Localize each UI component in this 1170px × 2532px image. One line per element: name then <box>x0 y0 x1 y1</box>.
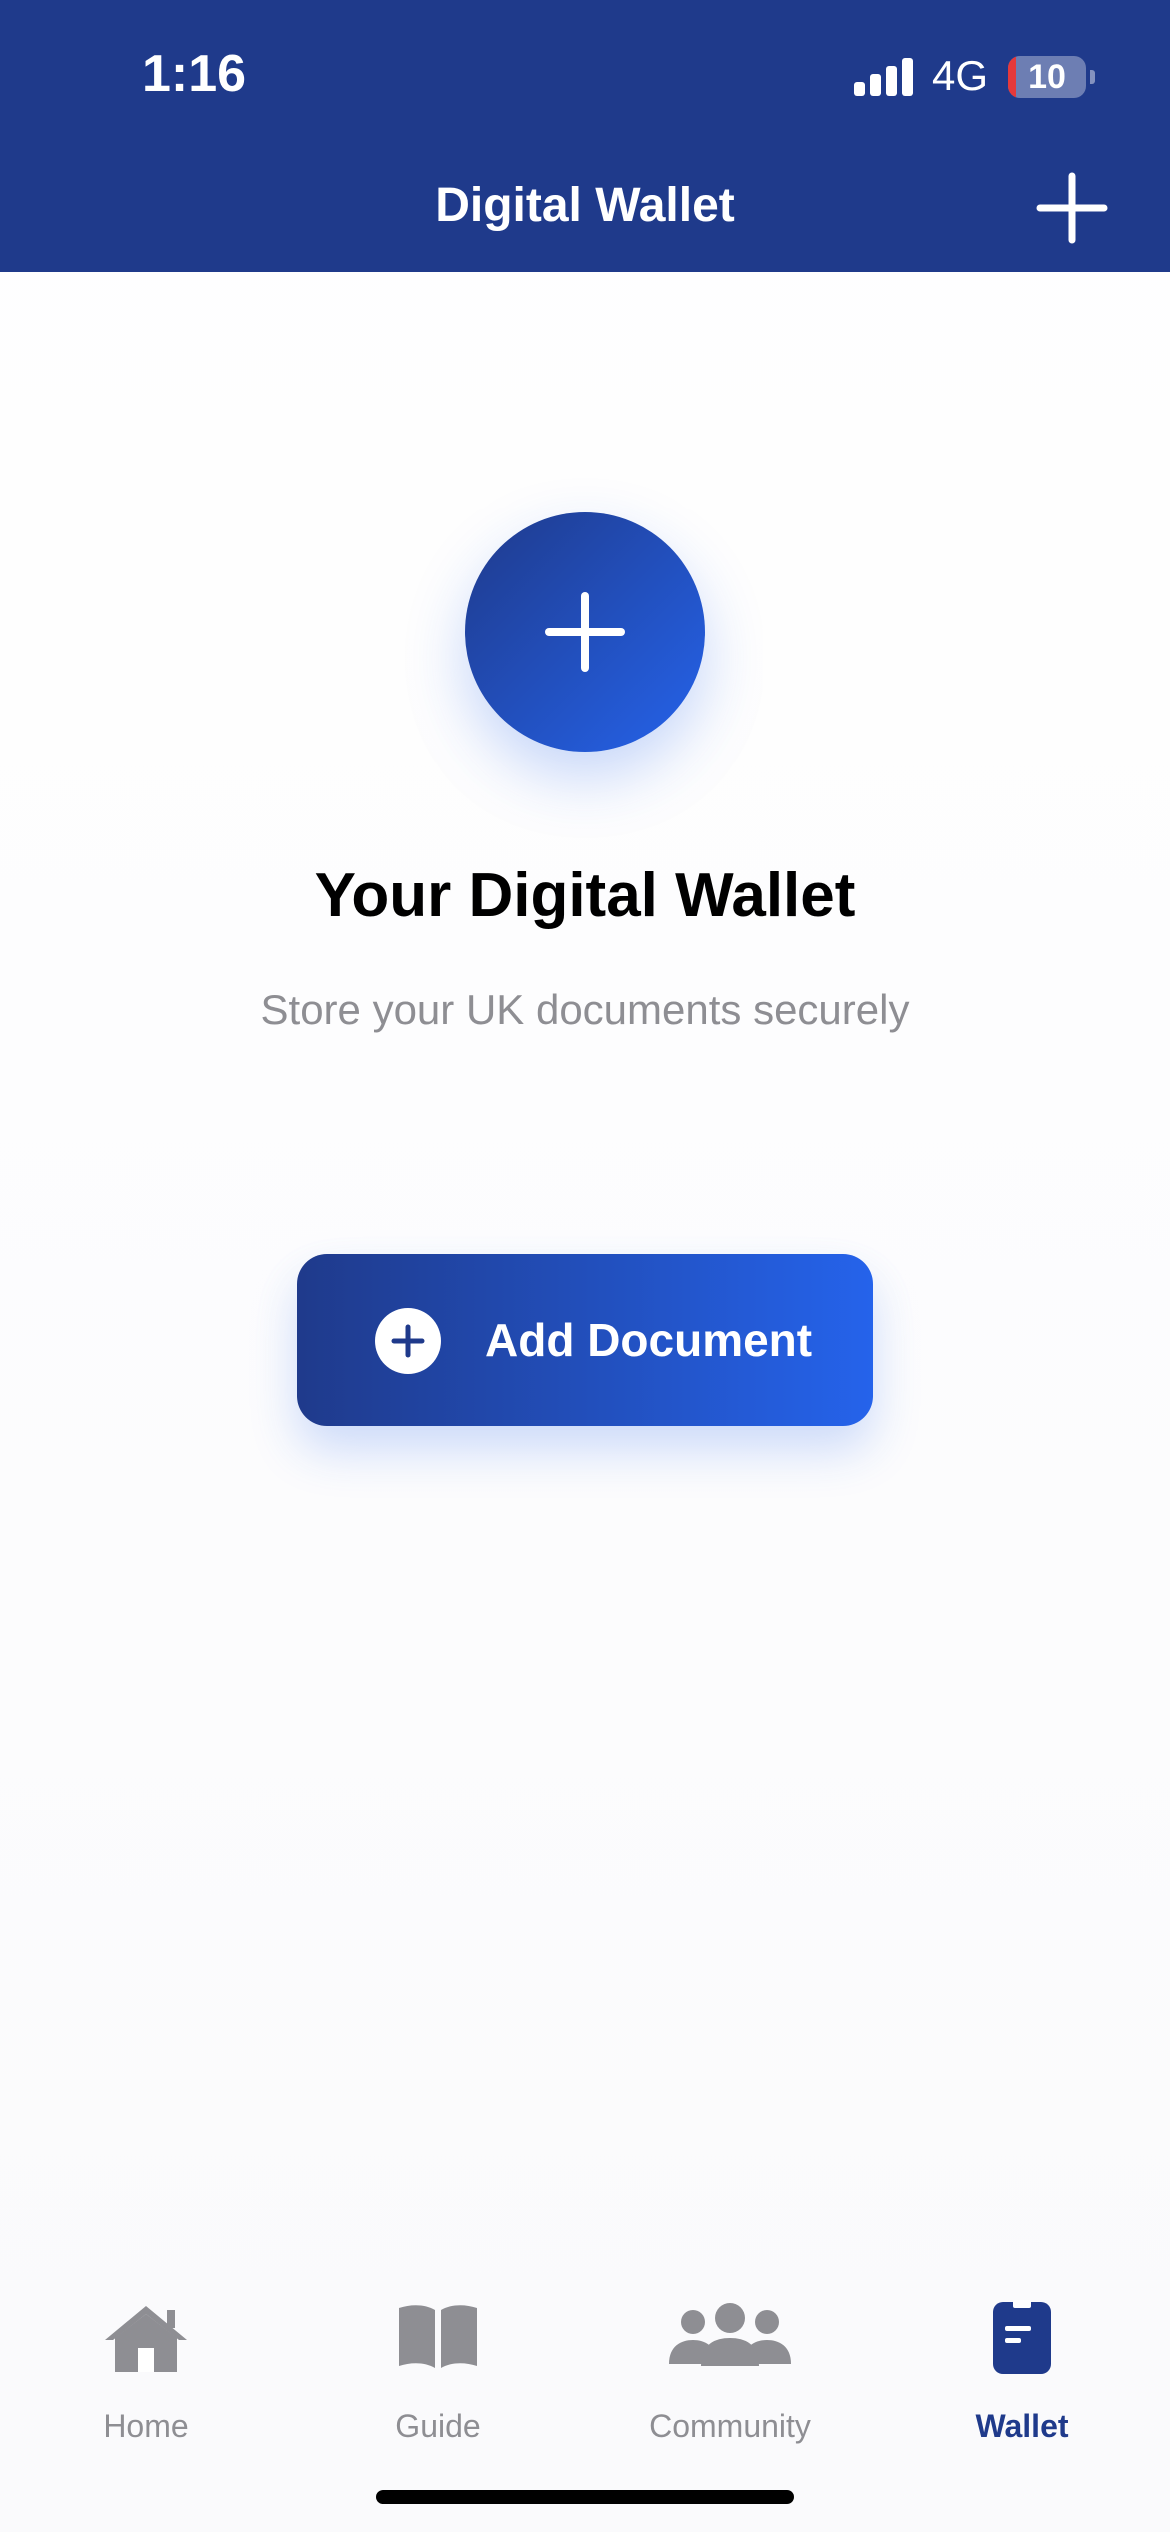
hero-add-button[interactable] <box>465 512 705 752</box>
app-header: 1:16 4G 10 Digital Wallet <box>0 0 1170 272</box>
tab-wallet[interactable]: Wallet <box>892 2300 1152 2450</box>
status-time: 1:16 <box>142 45 247 103</box>
battery-level: 10 <box>1028 58 1066 96</box>
empty-state-subtitle: Store your UK documents securely <box>260 986 910 1033</box>
network-type: 4G <box>932 52 989 99</box>
page-title: Digital Wallet <box>435 179 735 232</box>
plus-icon <box>1036 172 1108 244</box>
tab-home[interactable]: Home <box>16 2300 276 2450</box>
plus-icon <box>545 592 625 672</box>
tab-community[interactable]: Community <box>600 2300 860 2450</box>
people-icon <box>600 2300 860 2390</box>
tab-guide-label: Guide <box>395 2408 481 2444</box>
battery-icon: 10 <box>1008 56 1086 98</box>
tab-community-label: Community <box>649 2408 811 2444</box>
home-icon <box>16 2300 276 2390</box>
tab-home-label: Home <box>103 2408 189 2444</box>
cellular-signal-icon <box>854 58 914 96</box>
tab-bar: Home Guide Community Wallet <box>0 2280 1170 2460</box>
tab-guide[interactable]: Guide <box>308 2300 568 2450</box>
home-indicator <box>376 2490 794 2504</box>
tab-wallet-label: Wallet <box>975 2408 1069 2444</box>
empty-state-title: Your Digital Wallet <box>314 861 856 930</box>
header-add-button[interactable] <box>1036 172 1108 244</box>
add-document-button[interactable]: Add Document <box>297 1254 873 1426</box>
wallet-icon <box>892 2300 1152 2390</box>
battery-cap <box>1090 70 1095 84</box>
add-document-label: Add Document <box>485 1314 813 1366</box>
book-icon <box>308 2300 568 2390</box>
plus-circle-icon <box>375 1308 441 1374</box>
